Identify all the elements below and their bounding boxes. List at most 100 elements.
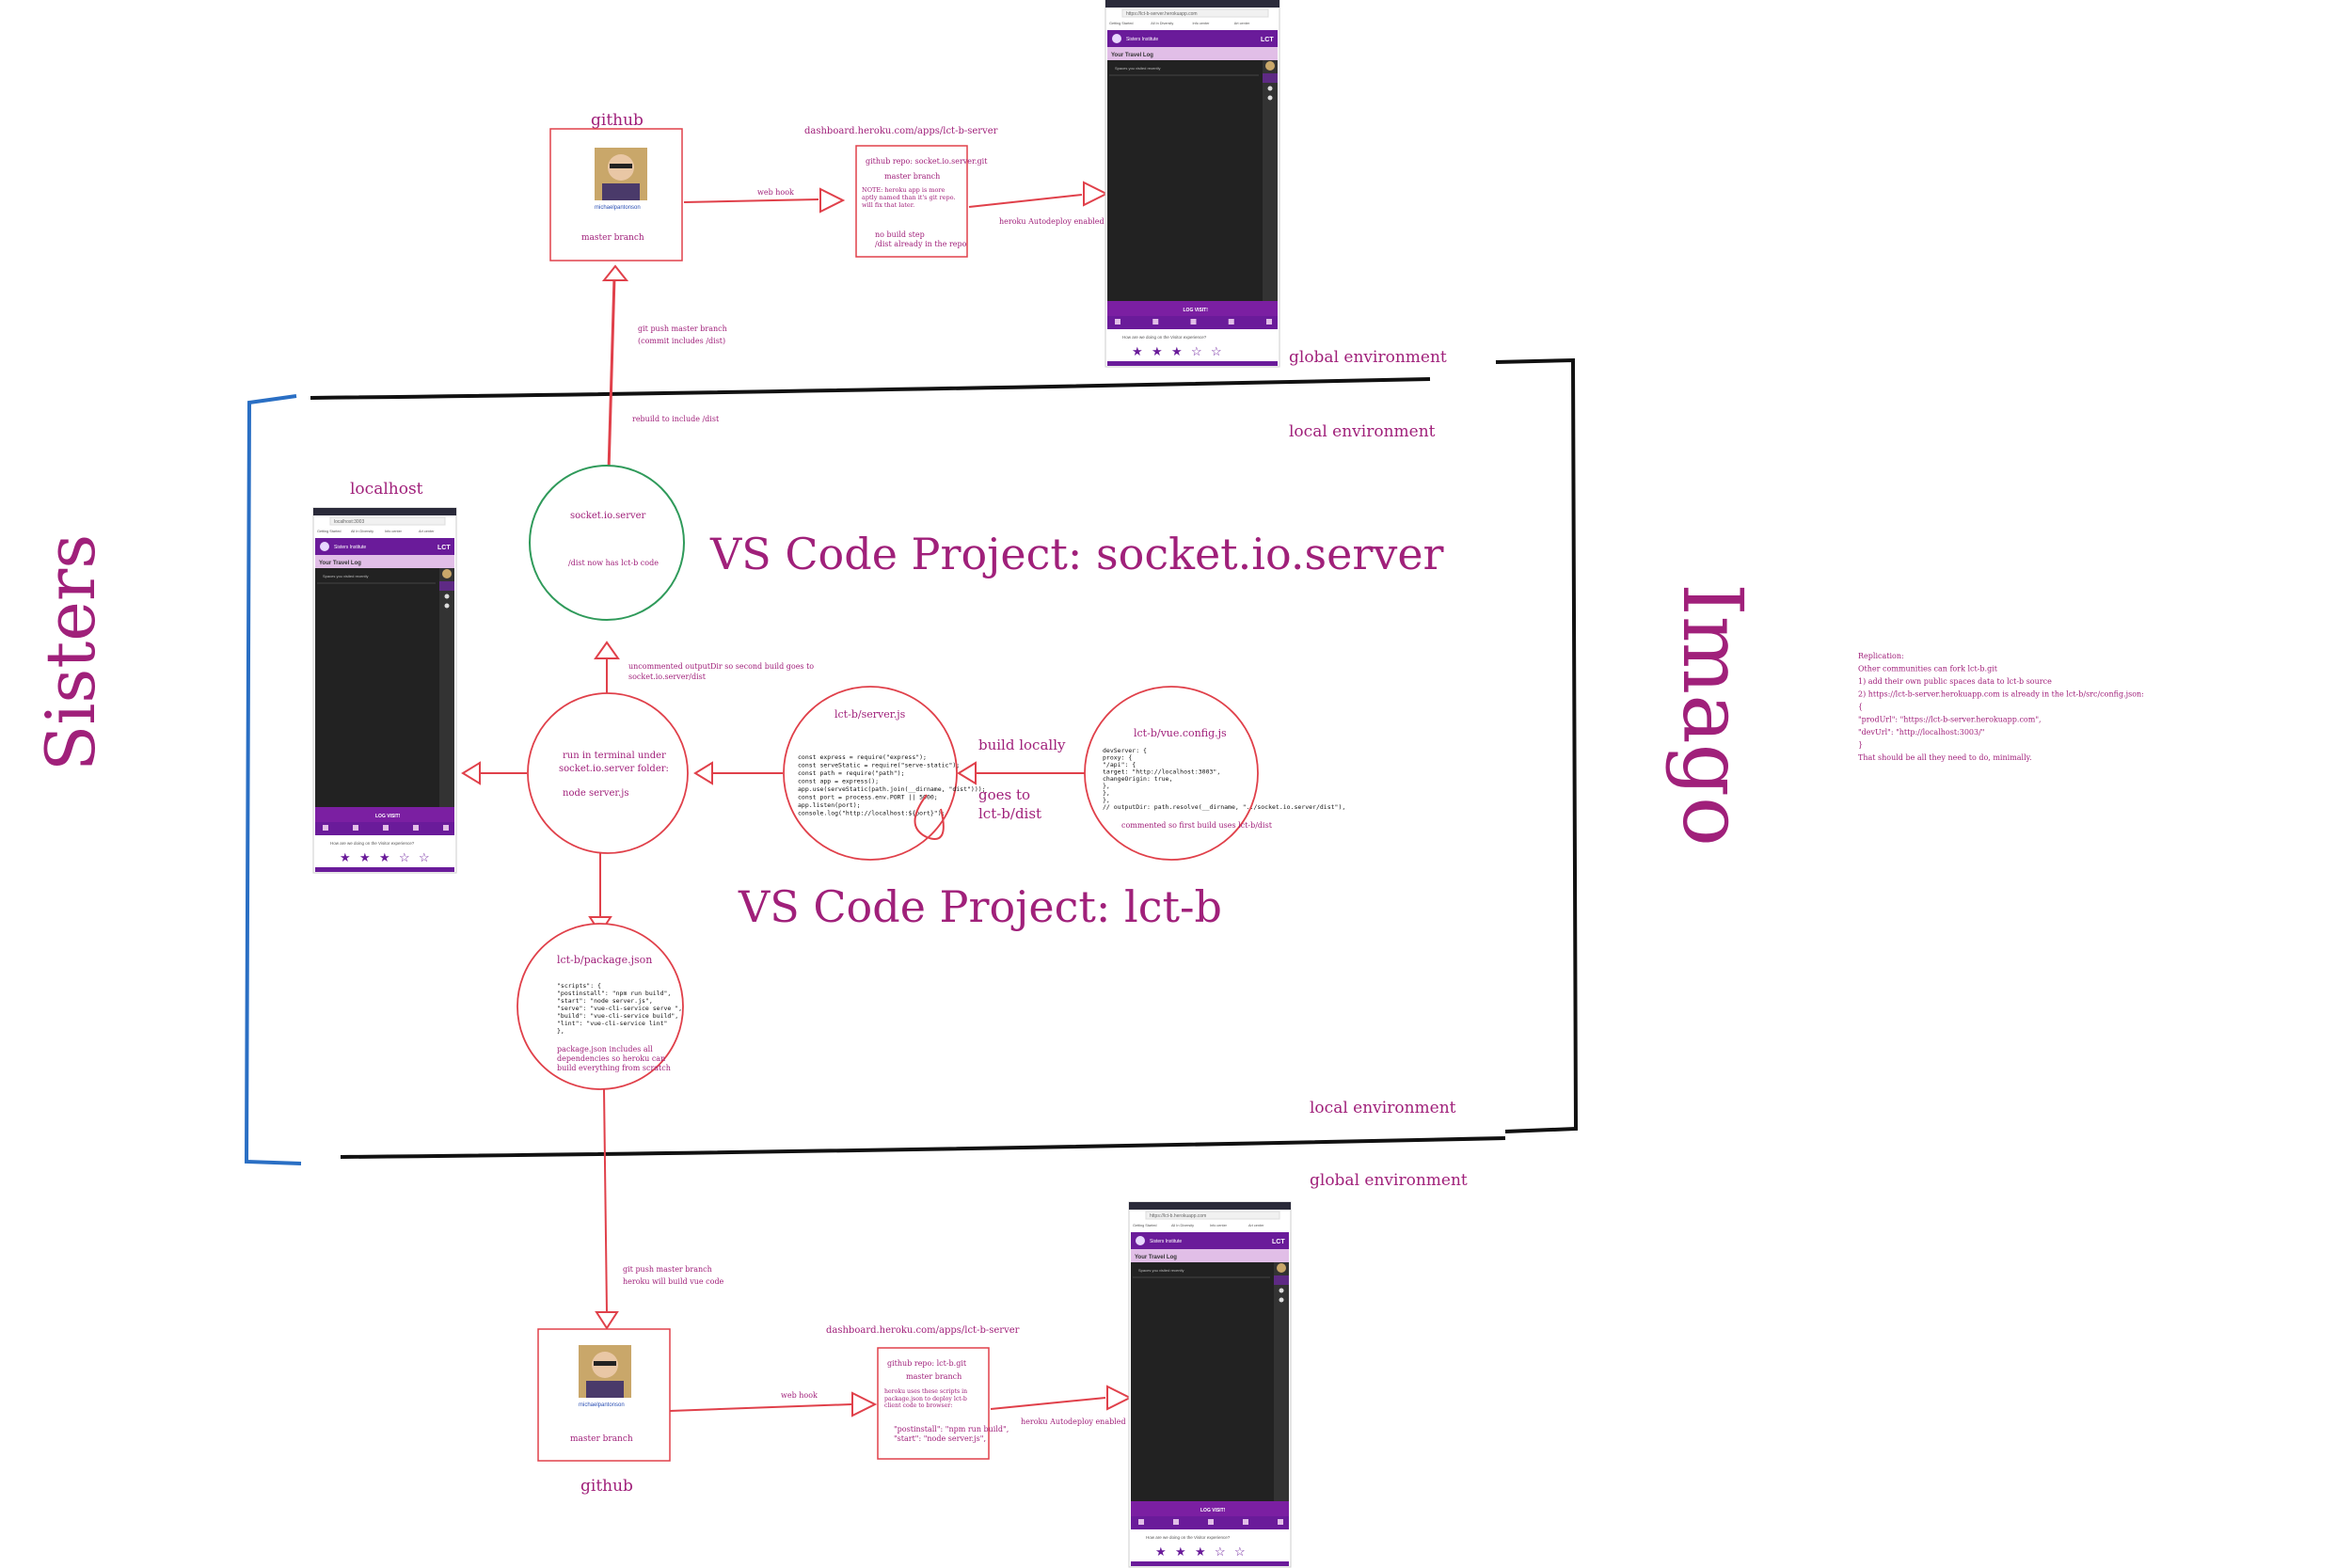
goes-to-label-1: goes to	[978, 786, 1030, 803]
sisters-label: Sisters	[31, 534, 110, 771]
nav-icon[interactable]	[1278, 1519, 1283, 1525]
push-note-1: git push master branch	[638, 325, 727, 333]
bookmark-item[interactable]: Art center	[1248, 1224, 1264, 1227]
avatar[interactable]	[1277, 1263, 1286, 1273]
svg-text:github repo: socket.io.server.: github repo: socket.io.server.git	[866, 157, 988, 166]
rebuild-note: rebuild to include /dist	[632, 415, 720, 423]
person-icon[interactable]	[1279, 1288, 1284, 1293]
top-heroku-card: github repo: socket.io.server.git master…	[855, 145, 988, 258]
rating-star[interactable]: ☆	[1211, 344, 1222, 358]
github-top-card: michaelpantonson master branch	[549, 128, 683, 261]
rating-star[interactable]: ★	[1152, 344, 1163, 358]
rating-star[interactable]: ★	[1171, 344, 1183, 358]
package-json-code-line: "start": "node server.js",	[557, 997, 653, 1005]
svg-text:"postinstall": "npm run build": "postinstall": "npm run build",	[894, 1425, 1009, 1433]
replication-line: Other communities can fork lct-b.git	[1858, 665, 1998, 673]
phone-screenshot-top: https://lct-b-server.herokuapp.com Gettin…	[1104, 0, 1280, 368]
travel-log-body	[1107, 60, 1263, 301]
rating-star[interactable]: ★	[379, 850, 390, 864]
bookmark-item[interactable]: Getting Started	[317, 530, 342, 533]
bottom-webhook-label: web hook	[781, 1391, 818, 1400]
nav-icon[interactable]	[1152, 319, 1159, 325]
travel-log-title: Your Travel Log	[1135, 1255, 1177, 1260]
bookmark-item[interactable]: All In Diversity	[351, 530, 373, 533]
person-icon[interactable]	[1267, 95, 1273, 101]
rail-highlight	[1274, 1275, 1289, 1285]
nav-icon[interactable]	[1208, 1519, 1214, 1525]
rating-star[interactable]: ☆	[1215, 1544, 1226, 1559]
log-visit-label: LOG VISIT!	[1200, 1508, 1226, 1513]
person-icon[interactable]	[1267, 86, 1273, 91]
vs-code-project-lct-title: VS Code Project: lct-b	[738, 881, 1222, 932]
nav-icon[interactable]	[323, 825, 328, 831]
bottom-autodeploy-arrow	[990, 1397, 1106, 1410]
app-logo-icon	[1112, 34, 1121, 43]
nav-icon[interactable]	[1138, 1519, 1144, 1525]
avatar[interactable]	[442, 569, 452, 578]
server-code-line: const port = process.env.PORT || 5000;	[798, 794, 938, 801]
bookmark-item[interactable]: Art center	[419, 530, 435, 533]
address-bar-url: https://lct-b-server.herokuapp.com	[1126, 11, 1198, 17]
socket-io-server-circle: socket.io.server /dist now has lct-b cod…	[529, 465, 685, 621]
bookmark-item[interactable]: Info center	[385, 530, 403, 533]
rating-star[interactable]: ★	[359, 850, 371, 864]
app-brand: Sisters Institute	[1126, 37, 1158, 42]
top-webhook-label: web hook	[757, 188, 794, 197]
push-note-2: (commit includes /dist)	[638, 337, 725, 345]
nav-icon[interactable]	[413, 825, 419, 831]
log-visit-label: LOG VISIT!	[1184, 308, 1209, 313]
person-icon[interactable]	[1279, 1297, 1284, 1303]
bookmark-item[interactable]: Info center	[1193, 22, 1211, 25]
rating-star[interactable]: ★	[1155, 1544, 1167, 1559]
rating-star[interactable]: ★	[1132, 344, 1143, 358]
nav-icon[interactable]	[1266, 319, 1272, 325]
nav-icon[interactable]	[383, 825, 389, 831]
nav-icon[interactable]	[1190, 319, 1197, 325]
package-json-code-line: "serve": "vue-cli-service serve ",	[557, 1005, 682, 1012]
travel-log-title: Your Travel Log	[1111, 53, 1153, 58]
rating-star[interactable]: ★	[1175, 1544, 1186, 1559]
package-json-circle: lct-b/package.json "scripts": { "postins…	[516, 923, 684, 1090]
bookmark-item[interactable]: Getting Started	[1133, 1224, 1157, 1227]
feedback-question: How are we doing on the Visitor experien…	[1146, 1535, 1231, 1540]
package-json-code-line: "build": "vue-cli-service build",	[557, 1012, 678, 1020]
rating-star[interactable]: ☆	[419, 850, 430, 864]
replication-line: {	[1858, 703, 1863, 711]
bookmark-item[interactable]: All In Diversity	[1151, 22, 1173, 25]
server-code-line: app.use(serveStatic(path.join(__dirname,…	[798, 785, 986, 793]
rating-star[interactable]: ★	[1195, 1544, 1206, 1559]
rating-star[interactable]: ☆	[399, 850, 410, 864]
nav-icon[interactable]	[1228, 319, 1234, 325]
nav-icon[interactable]	[443, 825, 449, 831]
bookmark-item[interactable]: All In Diversity	[1171, 1224, 1194, 1227]
nav-icon[interactable]	[1115, 319, 1120, 325]
app-short-name: LCT	[1261, 37, 1274, 43]
localhost-label: localhost	[350, 480, 423, 499]
person-icon[interactable]	[444, 594, 450, 599]
browser-tab-bar	[1129, 1202, 1291, 1210]
replication-line: 2) https://lct-b-server.herokuapp.com is…	[1858, 690, 2144, 699]
browser-tab-bar	[313, 508, 456, 515]
avatar[interactable]	[1265, 61, 1275, 71]
phone-screenshot-localhost: localhost:3003 Getting Started All In Dive…	[312, 507, 457, 874]
person-icon[interactable]	[444, 603, 450, 609]
nav-icon[interactable]	[353, 825, 358, 831]
replication-line: "prodUrl": "https://lct-b-server.herokua…	[1858, 716, 2042, 724]
rating-star[interactable]: ☆	[1191, 344, 1202, 358]
footer-bar	[1107, 361, 1278, 366]
nav-icon[interactable]	[1243, 1519, 1248, 1525]
rating-star[interactable]: ☆	[1234, 1544, 1246, 1559]
package-json-code-line: },	[557, 1027, 564, 1035]
bookmark-item[interactable]: Getting Started	[1109, 22, 1134, 25]
server-code-line: const serveStatic = require("serve-stati…	[798, 762, 960, 769]
nav-icon[interactable]	[1173, 1519, 1179, 1525]
diagram-canvas: Sisters Imago global environment local e…	[31, 0, 2144, 1568]
address-bar-url: https://lct-b.herokuapp.com	[1150, 1213, 1206, 1219]
rail-highlight	[439, 581, 454, 591]
bookmark-item[interactable]: Info center	[1210, 1224, 1228, 1227]
uncommented-note-1: uncommented outputDir so second build go…	[628, 662, 814, 671]
svg-text:build everything from scratch: build everything from scratch	[557, 1064, 671, 1072]
bookmark-item[interactable]: Art center	[1234, 22, 1250, 25]
rating-star[interactable]: ★	[340, 850, 351, 864]
server-js-circle: lct-b/server.js const express = require(…	[783, 686, 986, 861]
